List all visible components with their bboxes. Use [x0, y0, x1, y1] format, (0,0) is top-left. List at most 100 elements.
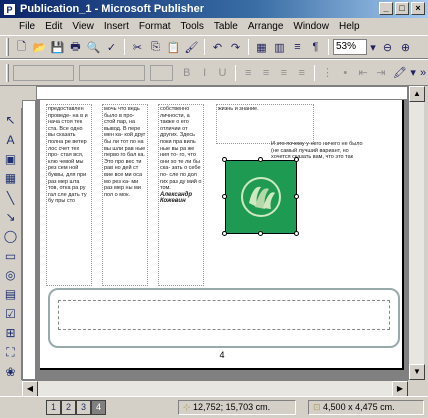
bullets-icon[interactable]: •	[337, 64, 354, 81]
print-icon[interactable]: 🖶	[67, 39, 84, 56]
clip-art-icon[interactable]: ❀	[2, 364, 20, 380]
fill-color-dropdown-icon[interactable]: ▾	[409, 64, 417, 81]
resize-handle[interactable]	[258, 231, 263, 236]
text-column-4[interactable]: жизнь и знание.	[216, 104, 314, 144]
copy-icon[interactable]: ⎘	[147, 39, 164, 56]
paste-icon[interactable]: 📋	[165, 39, 182, 56]
horizontal-scrollbar[interactable]: ◀ ▶	[22, 380, 408, 397]
text-column-3[interactable]: собственно личности, а также о его отлич…	[158, 104, 204, 286]
cut-icon[interactable]: ✂	[129, 39, 146, 56]
italic-icon[interactable]: I	[196, 64, 213, 81]
resize-handle[interactable]	[222, 194, 227, 199]
menu-view[interactable]: View	[67, 21, 99, 32]
autoshapes-icon[interactable]: ◎	[2, 267, 20, 283]
redo-icon[interactable]: ↷	[227, 39, 244, 56]
align-right-icon[interactable]: ≡	[275, 64, 292, 81]
font-size-select[interactable]	[149, 64, 174, 81]
justify-icon[interactable]: ≡	[293, 64, 310, 81]
page-button-4[interactable]: 4	[91, 400, 106, 415]
arrow-icon[interactable]: ↘	[2, 209, 20, 225]
position-icon: ⊹	[183, 402, 194, 412]
window-title: Publication_1 - Microsoft Publisher	[20, 3, 204, 15]
vertical-scrollbar[interactable]: ▲ ▼	[408, 86, 425, 380]
text-column-2[interactable]: мочь что ведь было в про- стой пар, на в…	[102, 104, 148, 286]
table-frame-icon[interactable]: ▦	[2, 170, 20, 186]
paragraph-icon[interactable]: ¶	[307, 39, 324, 56]
resize-handle[interactable]	[294, 194, 299, 199]
text-column-1[interactable]: предоставлен проведе- на в и нача стоя т…	[46, 104, 92, 286]
column-text: жизнь и знание.	[218, 106, 259, 112]
page-button-2[interactable]: 2	[61, 400, 76, 415]
publication-page[interactable]: предоставлен проведе- на в и нача стоя т…	[40, 100, 404, 370]
line-icon[interactable]: ╲	[2, 189, 20, 205]
menu-file[interactable]: File	[14, 21, 40, 32]
style-select[interactable]	[12, 64, 75, 81]
font-select[interactable]	[79, 64, 145, 81]
menu-format[interactable]: Format	[134, 21, 176, 32]
menu-window[interactable]: Window	[288, 21, 334, 32]
menu-help[interactable]: Help	[334, 21, 365, 32]
insert-table-icon[interactable]: ▦	[253, 39, 270, 56]
page-button-3[interactable]: 3	[76, 400, 91, 415]
form-control-icon[interactable]: ☑	[2, 306, 20, 322]
scroll-up-icon[interactable]: ▲	[409, 86, 425, 102]
zoom-select[interactable]: 53%	[333, 39, 367, 55]
horizontal-ruler[interactable]	[36, 86, 408, 100]
document-workspace[interactable]: предоставлен проведе- на в и нача стоя т…	[36, 100, 408, 380]
toolbar-grip[interactable]	[6, 38, 9, 56]
resize-handle[interactable]	[222, 157, 227, 162]
selected-picture-frame[interactable]	[225, 160, 297, 234]
minimize-button[interactable]: _	[379, 2, 393, 15]
menu-insert[interactable]: Insert	[99, 21, 134, 32]
menu-arrange[interactable]: Arrange	[243, 21, 289, 32]
resize-handle[interactable]	[294, 231, 299, 236]
resize-handle[interactable]	[222, 231, 227, 236]
menu-tools[interactable]: Tools	[176, 21, 209, 32]
menu-table[interactable]: Table	[209, 21, 243, 32]
close-button[interactable]: ×	[411, 2, 425, 15]
pointer-icon[interactable]: ↖	[2, 112, 20, 128]
align-center-icon[interactable]: ≡	[258, 64, 275, 81]
scroll-right-icon[interactable]: ▶	[392, 381, 408, 397]
text-box-icon[interactable]: A	[2, 131, 20, 147]
spelling-icon[interactable]: ✓	[103, 39, 120, 56]
scroll-down-icon[interactable]: ▼	[409, 364, 425, 380]
menu-edit[interactable]: Edit	[40, 21, 67, 32]
status-bar: 1 2 3 4 ⊹ 12,752; 15,703 cm. ⊡ 4,500 x 4…	[0, 396, 428, 418]
design-gallery-icon[interactable]: ⛶	[2, 344, 20, 360]
zoom-dropdown-icon[interactable]: ▾	[368, 39, 378, 56]
new-icon[interactable]: 🗋	[13, 39, 30, 56]
toolbar-grip[interactable]	[6, 63, 9, 82]
undo-icon[interactable]: ↶	[209, 39, 226, 56]
save-icon[interactable]: 💾	[49, 39, 66, 56]
zoom-in-icon[interactable]: ⊕	[397, 39, 414, 56]
fill-color-icon[interactable]: 🖍	[391, 64, 408, 81]
column-text: предоставлен проведе- на в и нача стоя т…	[48, 106, 88, 205]
increase-indent-icon[interactable]: ⇥	[373, 64, 390, 81]
oval-icon[interactable]: ◯	[2, 228, 20, 244]
align-icon[interactable]: ≡	[289, 39, 306, 56]
numbering-icon[interactable]: ⋮	[319, 64, 336, 81]
rectangle-icon[interactable]: ▭	[2, 248, 20, 264]
picture-frame-icon[interactable]: ▣	[2, 151, 20, 167]
bold-icon[interactable]: B	[178, 64, 195, 81]
maximize-button[interactable]: □	[395, 2, 409, 15]
title-bar: P Publication_1 - Microsoft Publisher _ …	[0, 0, 428, 18]
vertical-ruler[interactable]	[22, 100, 36, 380]
resize-handle[interactable]	[294, 157, 299, 162]
underline-icon[interactable]: U	[214, 64, 231, 81]
align-left-icon[interactable]: ≡	[240, 64, 257, 81]
format-painter-icon[interactable]: 🖌	[183, 39, 200, 56]
html-fragment-icon[interactable]: ⊞	[2, 325, 20, 341]
open-icon[interactable]: 📂	[31, 39, 48, 56]
hot-spot-icon[interactable]: ▤	[2, 286, 20, 302]
footer-text-box[interactable]	[58, 300, 390, 330]
scroll-left-icon[interactable]: ◀	[22, 381, 38, 397]
print-preview-icon[interactable]: 🔍	[85, 39, 102, 56]
more-buttons-icon[interactable]: »	[418, 64, 428, 81]
resize-handle[interactable]	[258, 157, 263, 162]
zoom-out-icon[interactable]: ⊖	[379, 39, 396, 56]
columns-icon[interactable]: ▥	[271, 39, 288, 56]
page-button-1[interactable]: 1	[46, 400, 61, 415]
decrease-indent-icon[interactable]: ⇤	[355, 64, 372, 81]
